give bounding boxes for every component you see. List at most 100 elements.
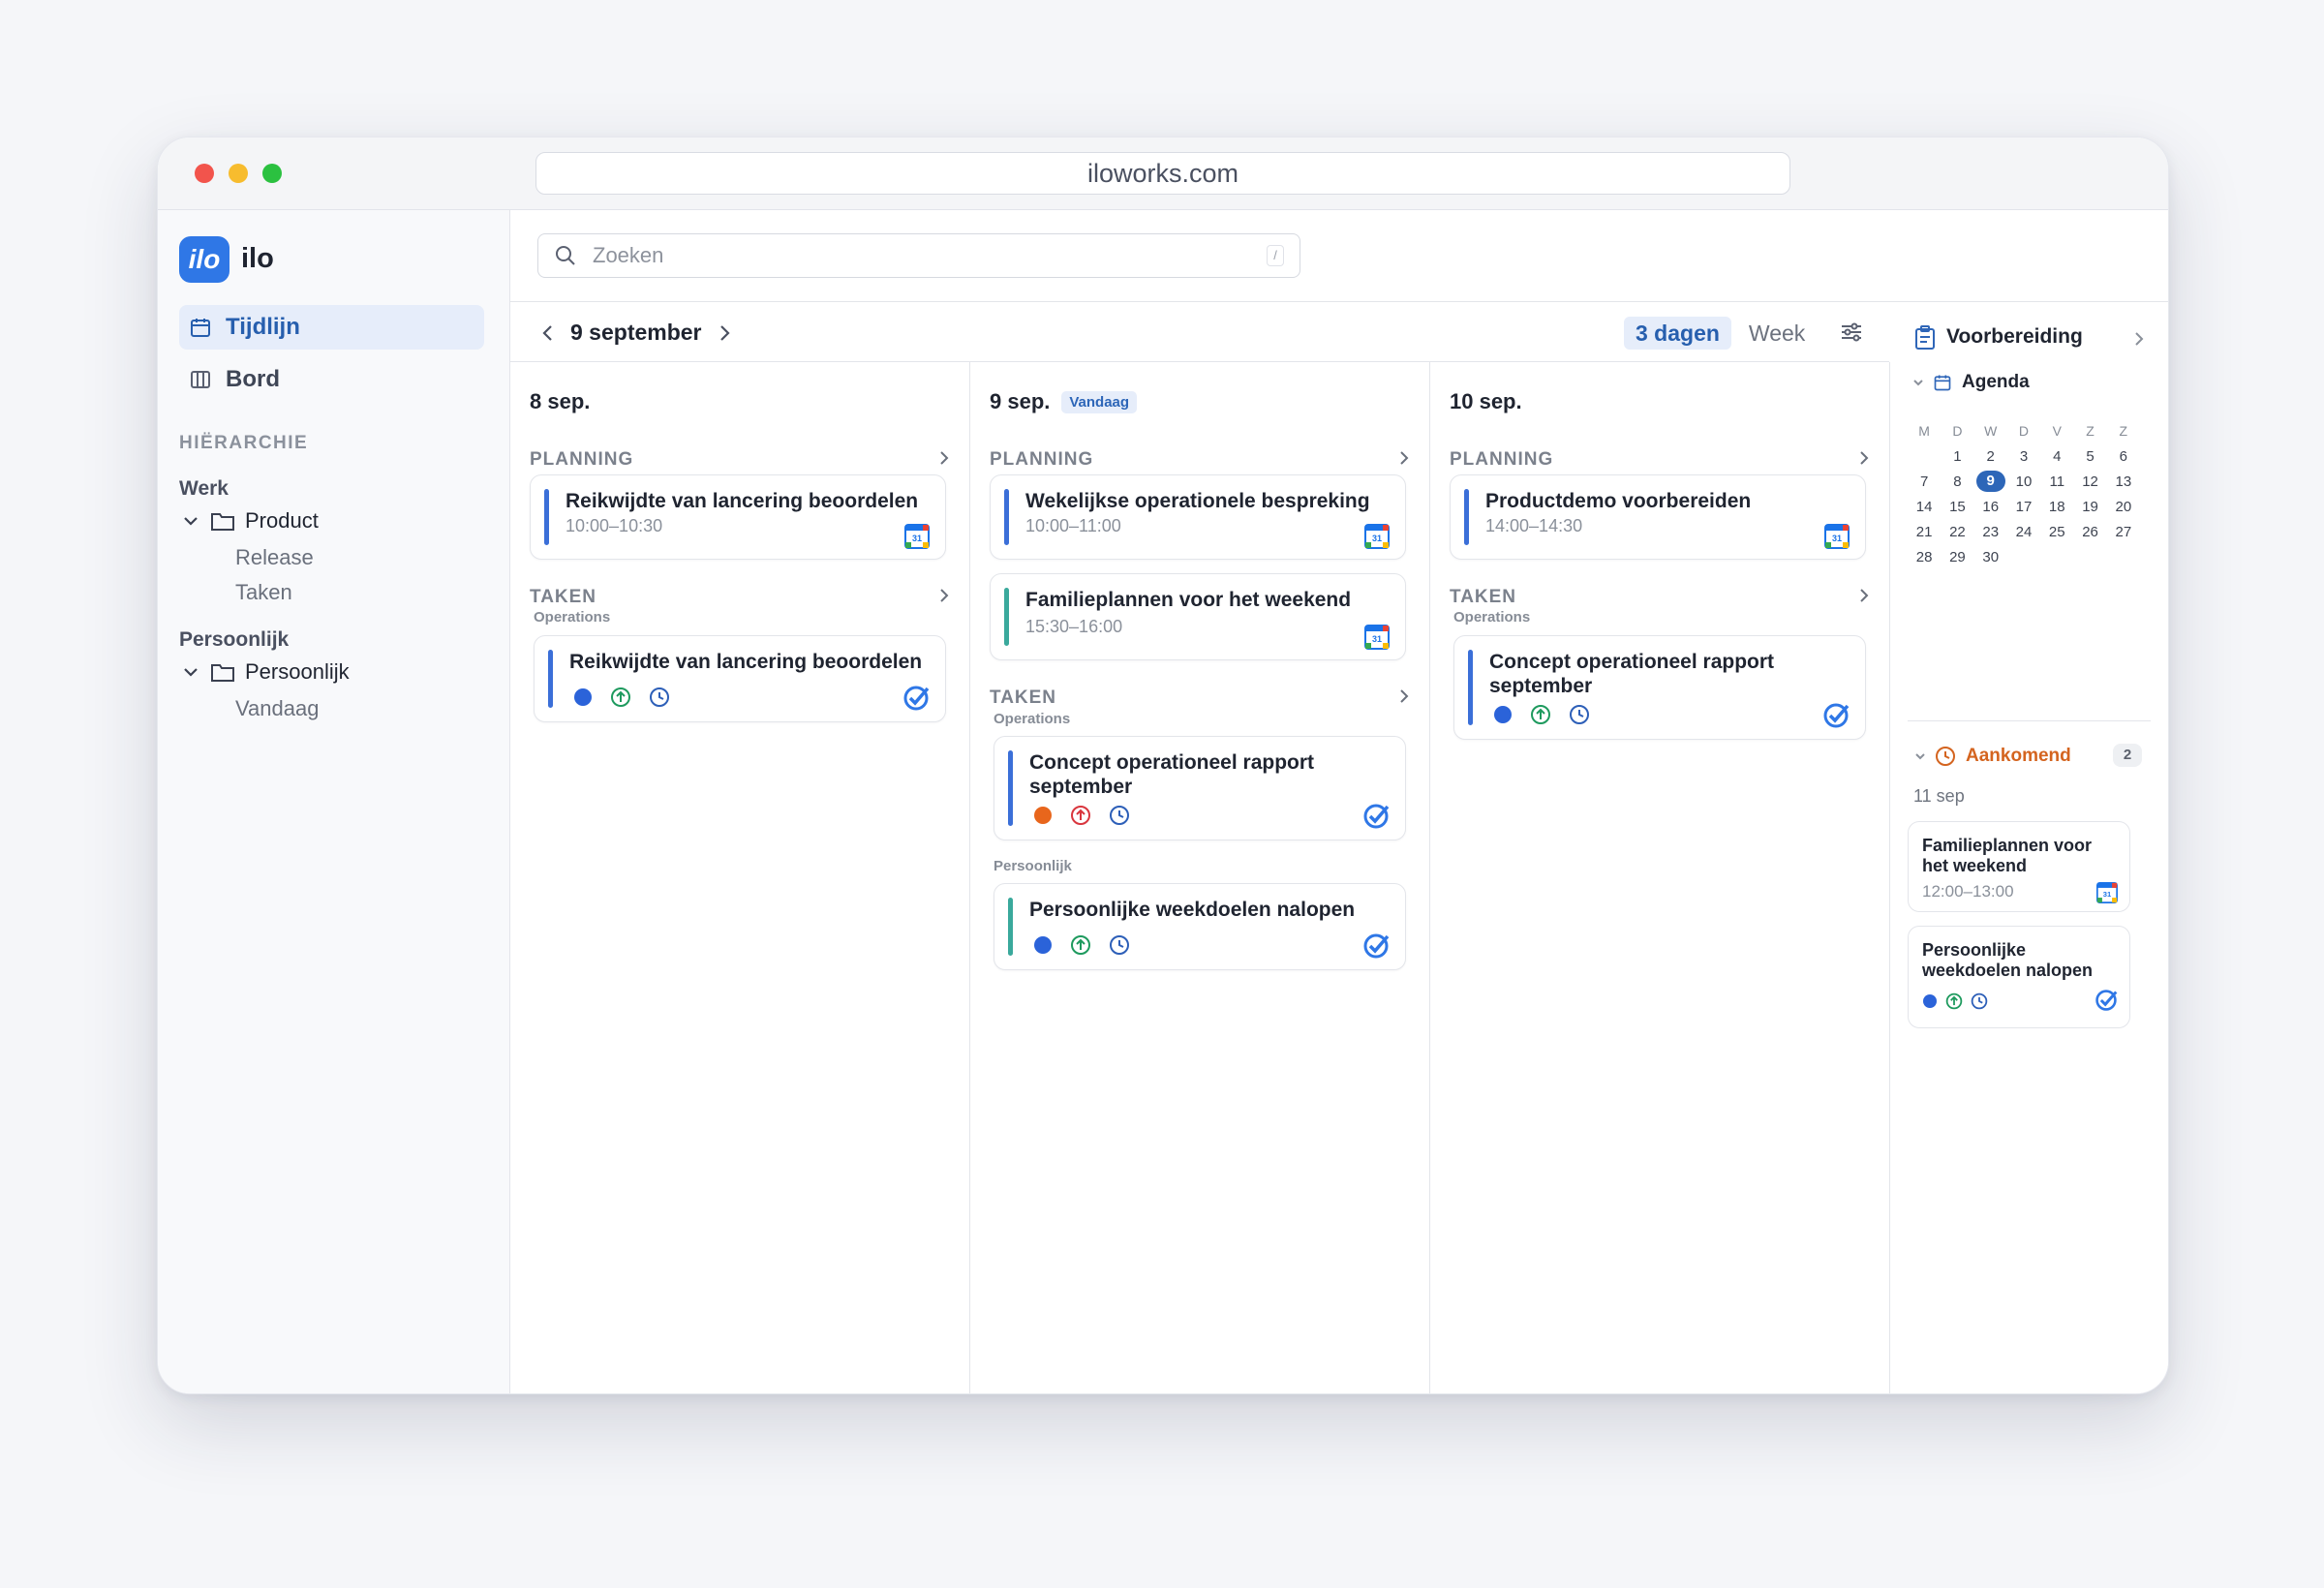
status-dot-icon[interactable] <box>573 687 593 707</box>
filter-sliders-icon[interactable] <box>1839 320 1864 345</box>
priority-arrow-up-icon[interactable] <box>1945 992 1963 1010</box>
task-color-bar <box>1008 750 1013 826</box>
upcoming-header[interactable]: Aankomend <box>1913 746 2071 767</box>
priority-arrow-up-icon[interactable] <box>1530 704 1551 725</box>
calendar-day[interactable]: 20 <box>2107 499 2140 515</box>
calendar-day[interactable]: 9 <box>1974 471 2007 492</box>
calendar-day[interactable]: 3 <box>2007 448 2040 465</box>
view-3-days-button[interactable]: 3 dagen <box>1624 317 1731 350</box>
minimize-window-button[interactable] <box>229 164 248 183</box>
clock-icon[interactable] <box>1109 934 1130 956</box>
calendar-day[interactable]: 29 <box>1941 549 1973 565</box>
clock-icon[interactable] <box>1109 805 1130 826</box>
task-check-icon[interactable] <box>2095 989 2118 1012</box>
task-check-icon[interactable] <box>1362 932 1390 960</box>
task-color-bar <box>1468 650 1473 725</box>
tree-item-taken[interactable]: Taken <box>235 580 292 605</box>
calendar-day[interactable]: 1 <box>1941 448 1973 465</box>
chevron-left-icon[interactable] <box>539 322 557 344</box>
column-date-label: 10 sep. <box>1450 389 1522 413</box>
chevron-down-icon[interactable] <box>181 662 200 682</box>
task-title: Persoonlijke weekdoelen nalopen <box>1029 899 1356 921</box>
view-week-button[interactable]: Week <box>1737 317 1817 350</box>
calendar-day[interactable]: 18 <box>2040 499 2073 515</box>
upcoming-event-card[interactable]: Familieplannen voor het weekend 12:00–13… <box>1908 821 2130 912</box>
close-window-button[interactable] <box>195 164 214 183</box>
chevron-down-icon[interactable] <box>1913 749 1927 763</box>
chevron-right-icon[interactable] <box>936 447 952 469</box>
task-title: Concept operationeel rapport september <box>1489 651 1775 697</box>
status-dot-icon[interactable] <box>1922 993 1938 1009</box>
search-input[interactable] <box>591 240 1253 271</box>
calendar-day[interactable]: 14 <box>1908 499 1941 515</box>
priority-arrow-up-icon[interactable] <box>1070 805 1091 826</box>
event-card[interactable]: Reikwijdte van lancering beoordelen 10:0… <box>530 474 946 560</box>
tree-folder-product[interactable]: Product <box>181 508 319 534</box>
calendar-day[interactable]: 27 <box>2107 524 2140 540</box>
task-check-icon[interactable] <box>1362 803 1390 830</box>
event-card[interactable]: Familieplannen voor het weekend 15:30–16… <box>990 573 1406 660</box>
chevron-right-icon[interactable] <box>1856 447 1872 469</box>
status-dot-icon[interactable] <box>1033 935 1053 955</box>
status-dot-icon[interactable] <box>1033 806 1053 825</box>
tree-item-release[interactable]: Release <box>235 545 314 570</box>
tree-folder-persoonlijk[interactable]: Persoonlijk <box>181 659 350 685</box>
task-card[interactable]: Persoonlijke weekdoelen nalopen <box>994 883 1406 970</box>
agenda-label: Agenda <box>1962 372 2030 392</box>
task-check-icon[interactable] <box>1822 702 1850 729</box>
calendar-day[interactable]: 23 <box>1974 524 2007 540</box>
calendar-day[interactable]: 16 <box>1974 499 2007 515</box>
calendar-day[interactable]: 8 <box>1941 473 1973 490</box>
search-box[interactable]: / <box>537 233 1300 278</box>
status-dot-icon[interactable] <box>1493 705 1513 724</box>
maximize-window-button[interactable] <box>262 164 282 183</box>
chevron-down-icon[interactable] <box>1911 376 1925 389</box>
clock-icon[interactable] <box>1569 704 1590 725</box>
calendar-day[interactable]: 22 <box>1941 524 1973 540</box>
priority-arrow-up-icon[interactable] <box>610 687 631 708</box>
calendar-day[interactable]: 6 <box>2107 448 2140 465</box>
tree-item-vandaag[interactable]: Vandaag <box>235 696 319 721</box>
calendar-day[interactable]: 7 <box>1908 473 1941 490</box>
chevron-right-icon[interactable] <box>1396 447 1412 469</box>
chevron-right-icon[interactable] <box>2132 329 2146 349</box>
calendar-day[interactable]: 15 <box>1941 499 1973 515</box>
calendar-day[interactable]: 5 <box>2073 448 2106 465</box>
task-card[interactable]: Concept operationeel rapport september <box>1453 635 1866 740</box>
event-card[interactable]: Productdemo voorbereiden 14:00–14:30 31 <box>1450 474 1866 560</box>
calendar-day[interactable]: 25 <box>2040 524 2073 540</box>
address-bar[interactable]: iloworks.com <box>535 152 1790 195</box>
calendar-day[interactable]: 24 <box>2007 524 2040 540</box>
calendar-day[interactable]: 12 <box>2073 473 2106 490</box>
task-card[interactable]: Reikwijdte van lancering beoordelen <box>534 635 946 722</box>
column-date: 8 sep. <box>530 389 590 414</box>
chevron-right-icon[interactable] <box>936 585 952 606</box>
event-card[interactable]: Wekelijkse operationele bespreking 10:00… <box>990 474 1406 560</box>
calendar-day[interactable]: 21 <box>1908 524 1941 540</box>
calendar-day[interactable]: 2 <box>1974 448 2007 465</box>
calendar-day[interactable]: 17 <box>2007 499 2040 515</box>
chevron-right-icon[interactable] <box>1396 686 1412 707</box>
event-title: Productdemo voorbereiden <box>1485 490 1752 512</box>
nav-item-bord[interactable]: Bord <box>179 357 484 402</box>
nav-item-tijdlijn[interactable]: Tijdlijn <box>179 305 484 350</box>
calendar-day[interactable]: 4 <box>2040 448 2073 465</box>
clock-icon[interactable] <box>649 687 670 708</box>
browser-window: iloworks.com ilo ilo Tijdlijn Bord HIËRA… <box>157 137 2169 1394</box>
chevron-right-icon[interactable] <box>716 322 733 344</box>
calendar-day[interactable]: 10 <box>2007 473 2040 490</box>
upcoming-task-card[interactable]: Persoonlijke weekdoelen nalopen <box>1908 926 2130 1028</box>
calendar-day[interactable]: 30 <box>1974 549 2007 565</box>
calendar-day[interactable]: 13 <box>2107 473 2140 490</box>
calendar-day[interactable]: 28 <box>1908 549 1941 565</box>
calendar-day[interactable]: 19 <box>2073 499 2106 515</box>
task-check-icon[interactable] <box>902 685 930 712</box>
agenda-header[interactable]: Agenda <box>1911 372 2030 393</box>
calendar-day[interactable]: 11 <box>2040 473 2073 490</box>
task-card[interactable]: Concept operationeel rapport september <box>994 736 1406 840</box>
priority-arrow-up-icon[interactable] <box>1070 934 1091 956</box>
chevron-down-icon[interactable] <box>181 511 200 531</box>
calendar-day[interactable]: 26 <box>2073 524 2106 540</box>
chevron-right-icon[interactable] <box>1856 585 1872 606</box>
clock-icon[interactable] <box>1971 992 1988 1010</box>
